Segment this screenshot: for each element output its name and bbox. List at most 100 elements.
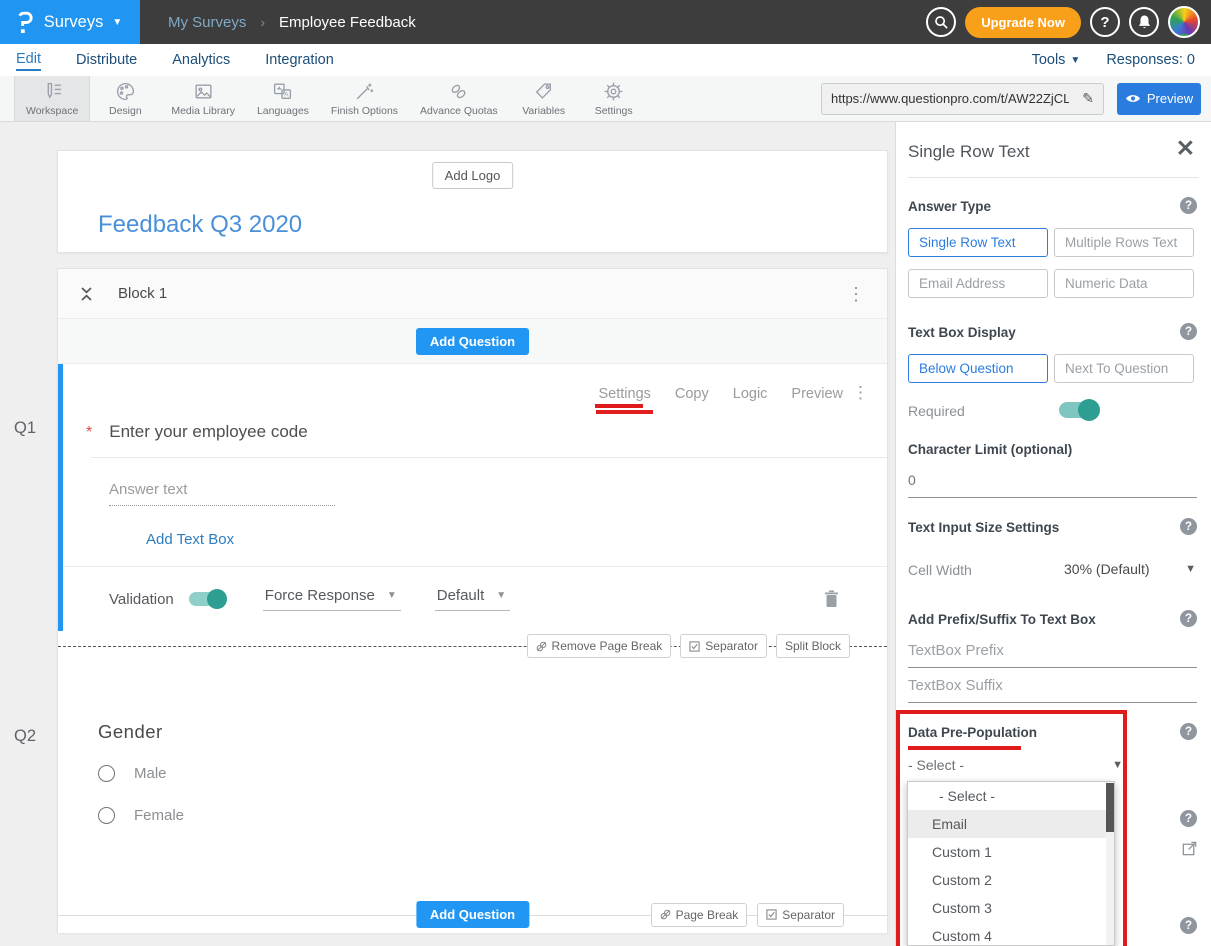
- answer-type-email[interactable]: Email Address: [908, 269, 1048, 298]
- tab-analytics[interactable]: Analytics: [172, 50, 230, 70]
- data-prepopulation-select[interactable]: - Select - ▼: [908, 757, 1123, 773]
- required-toggle[interactable]: [1059, 402, 1099, 418]
- collapse-block-icon[interactable]: [79, 286, 94, 302]
- chevron-down-icon: ▼: [112, 17, 122, 28]
- dropdown-option-select[interactable]: - Select -: [908, 782, 1114, 810]
- toolbar-item-workspace[interactable]: Workspace: [14, 76, 90, 121]
- checkbox-icon: [689, 641, 700, 652]
- user-avatar[interactable]: [1168, 6, 1200, 38]
- q-tab-preview[interactable]: Preview: [791, 386, 843, 402]
- toolbar-item-media-library[interactable]: Media Library: [160, 76, 246, 121]
- data-prepopulation-help-icon[interactable]: ?: [1180, 723, 1197, 740]
- cell-width-caret-icon[interactable]: ▼: [1185, 563, 1196, 575]
- toolbar-item-languages[interactable]: A Languages: [246, 76, 320, 121]
- survey-title[interactable]: Feedback Q3 2020: [98, 211, 302, 239]
- separator-button-mid[interactable]: Separator: [680, 634, 767, 658]
- help-button[interactable]: ?: [1090, 7, 1120, 37]
- display-below-question[interactable]: Below Question: [908, 354, 1048, 383]
- upgrade-now-button[interactable]: Upgrade Now: [965, 7, 1081, 38]
- bottom-break-buttons: Page Break Separator: [651, 903, 844, 927]
- cell-width-label: Cell Width: [908, 562, 972, 578]
- annotation-underline-prepop: [908, 746, 1021, 750]
- question-1-footer: Validation Force Response ▼ Default ▼: [63, 566, 887, 631]
- q-tab-copy[interactable]: Copy: [675, 386, 709, 402]
- edit-url-icon[interactable]: ✎: [1073, 90, 1103, 107]
- add-logo-button[interactable]: Add Logo: [432, 162, 514, 189]
- delete-question-icon[interactable]: [824, 590, 839, 608]
- survey-canvas: Q1 Q2 Add Logo Feedback Q3 2020 Block 1 …: [0, 122, 895, 946]
- dropdown-option-custom3[interactable]: Custom 3: [908, 894, 1114, 922]
- question-menu-icon[interactable]: ⋮: [852, 383, 869, 403]
- question-2-text[interactable]: Gender: [98, 721, 163, 743]
- q-tab-settings[interactable]: Settings: [598, 386, 650, 402]
- remove-page-break-button[interactable]: Remove Page Break: [527, 634, 672, 658]
- add-question-button-top[interactable]: Add Question: [416, 328, 529, 355]
- question-1-text-row[interactable]: * Enter your employee code: [86, 422, 308, 442]
- block-title: Block 1: [118, 285, 167, 302]
- hidden-section-help-icon-2[interactable]: ?: [1180, 917, 1197, 934]
- text-input-size-help-icon[interactable]: ?: [1180, 518, 1197, 535]
- tools-menu[interactable]: Tools▼: [1032, 52, 1081, 68]
- answer-type-multiple-rows[interactable]: Multiple Rows Text: [1054, 228, 1194, 257]
- answer-type-single-row[interactable]: Single Row Text: [908, 228, 1048, 257]
- radio-icon[interactable]: [98, 765, 115, 782]
- q-tab-logic[interactable]: Logic: [733, 386, 768, 402]
- block-menu-icon[interactable]: ⋮: [847, 285, 865, 303]
- dropdown-option-email[interactable]: Email: [908, 810, 1114, 838]
- validation-toggle[interactable]: [189, 592, 225, 606]
- text-box-display-help-icon[interactable]: ?: [1180, 323, 1197, 340]
- radio-label-male: Male: [134, 765, 167, 782]
- survey-url-box: ✎: [821, 83, 1104, 115]
- survey-url-input[interactable]: [822, 91, 1073, 106]
- tab-distribute[interactable]: Distribute: [76, 50, 137, 70]
- prefix-suffix-help-icon[interactable]: ?: [1180, 610, 1197, 627]
- dropdown-option-custom2[interactable]: Custom 2: [908, 866, 1114, 894]
- dropdown-option-custom1[interactable]: Custom 1: [908, 838, 1114, 866]
- question-1-text[interactable]: Enter your employee code: [109, 422, 307, 442]
- default-select[interactable]: Default ▼: [435, 587, 510, 611]
- cell-width-value[interactable]: 30% (Default): [1064, 561, 1150, 577]
- page-break-button[interactable]: Page Break: [651, 903, 748, 927]
- notifications-button[interactable]: [1129, 7, 1159, 37]
- toolbar-item-design[interactable]: Design: [90, 76, 160, 121]
- radio-option-female[interactable]: Female: [98, 807, 184, 824]
- answer-type-numeric[interactable]: Numeric Data: [1054, 269, 1194, 298]
- toolbar-label: Design: [109, 105, 142, 117]
- radio-option-male[interactable]: Male: [98, 765, 167, 782]
- breadcrumb-my-surveys[interactable]: My Surveys: [168, 14, 246, 31]
- question-action-tabs: Settings Copy Logic Preview: [598, 386, 843, 402]
- close-panel-icon[interactable]: ✕: [1176, 137, 1195, 160]
- toolbar-item-variables[interactable]: Variables: [509, 76, 579, 121]
- breadcrumb: My Surveys › Employee Feedback: [168, 14, 416, 31]
- radio-icon[interactable]: [98, 807, 115, 824]
- search-button[interactable]: [926, 7, 956, 37]
- page-break-label: Page Break: [676, 908, 739, 922]
- answer-text-field[interactable]: Answer text: [109, 481, 335, 506]
- toolbar-label: Settings: [595, 105, 633, 117]
- toolbar-label: Languages: [257, 105, 309, 117]
- textbox-prefix-input[interactable]: TextBox Prefix: [908, 642, 1197, 668]
- add-question-button-bottom[interactable]: Add Question: [416, 901, 529, 928]
- product-switcher[interactable]: Surveys ▼: [0, 0, 140, 44]
- preview-button[interactable]: Preview: [1117, 83, 1201, 115]
- tab-edit[interactable]: Edit: [16, 49, 41, 71]
- toolbar-item-advance-quotas[interactable]: Advance Quotas: [409, 76, 509, 121]
- character-limit-input[interactable]: 0: [908, 472, 1197, 498]
- add-text-box-link[interactable]: Add Text Box: [146, 531, 234, 548]
- answer-type-help-icon[interactable]: ?: [1180, 197, 1197, 214]
- tools-label: Tools: [1032, 52, 1066, 68]
- questionpro-logo-icon: [18, 11, 35, 34]
- dropdown-option-custom4[interactable]: Custom 4: [908, 922, 1114, 946]
- toolbar-item-settings[interactable]: Settings: [579, 76, 649, 121]
- hidden-section-help-icon[interactable]: ?: [1180, 810, 1197, 827]
- separator-button-bottom[interactable]: Separator: [757, 903, 844, 927]
- dropdown-scrollbar-thumb[interactable]: [1106, 783, 1114, 832]
- display-next-to-question[interactable]: Next To Question: [1054, 354, 1194, 383]
- textbox-suffix-input[interactable]: TextBox Suffix: [908, 677, 1197, 703]
- external-link-icon[interactable]: [1181, 840, 1198, 857]
- toolbar-item-finish-options[interactable]: Finish Options: [320, 76, 409, 121]
- force-response-select[interactable]: Force Response ▼: [263, 587, 401, 611]
- question-settings-panel: Single Row Text ✕ Answer Type ? Single R…: [895, 122, 1211, 946]
- tab-integration[interactable]: Integration: [265, 50, 334, 70]
- split-block-button[interactable]: Split Block: [776, 634, 850, 658]
